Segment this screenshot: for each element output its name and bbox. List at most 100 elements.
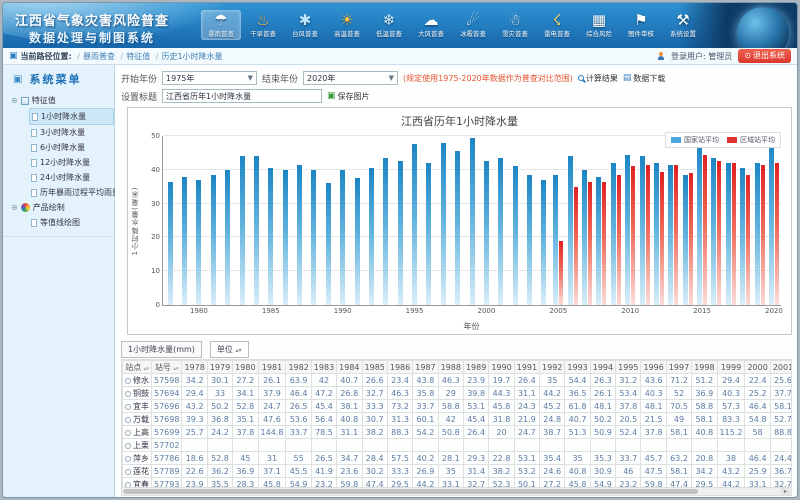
toolbar-item-hail[interactable]: ☄冰雹普查 bbox=[453, 10, 493, 40]
sidebar-item-0-5[interactable]: 历年暴雨过程平均雨量 bbox=[29, 185, 114, 200]
y-axis-label: 1小时降水量(毫米) bbox=[130, 187, 140, 256]
toolbar-item-lightning[interactable]: ☇雷电普查 bbox=[537, 10, 577, 40]
expand-icon[interactable]: ⊕ bbox=[11, 96, 18, 105]
download-button[interactable]: ▤数据下载 bbox=[623, 73, 666, 84]
value-cell bbox=[286, 439, 311, 452]
sidebar-item-0-4[interactable]: 24小时降水量 bbox=[29, 170, 114, 185]
col-header-year-1991[interactable]: 1991 bbox=[514, 361, 539, 374]
year-slot-1983 bbox=[235, 136, 249, 305]
value-cell: 63.9 bbox=[286, 374, 311, 387]
toolbar-item-gale[interactable]: ☁大风普查 bbox=[411, 10, 451, 40]
y-tick-label: 0 bbox=[156, 301, 160, 309]
value-cell: 31.1 bbox=[337, 426, 362, 439]
legend-swatch bbox=[671, 137, 681, 143]
col-header-year-1999[interactable]: 1999 bbox=[717, 361, 745, 374]
col-header-year-1979[interactable]: 1979 bbox=[207, 361, 232, 374]
value-cell: 58.1 bbox=[666, 426, 691, 439]
calculate-button[interactable]: 计算结果 bbox=[578, 73, 618, 84]
col-header-year-1981[interactable]: 1981 bbox=[258, 361, 286, 374]
value-cell: 37.7 bbox=[770, 387, 792, 400]
sidebar-item-0-0[interactable]: 1小时降水量 bbox=[29, 108, 114, 125]
scrollbar-right-arrow[interactable]: ▸ bbox=[781, 488, 790, 495]
col-header-station[interactable]: 站点 ▴▾ bbox=[123, 361, 152, 374]
toolbar-item-rainstorm[interactable]: ☂暴雨普查 bbox=[201, 10, 241, 40]
toolbar-item-system-settings[interactable]: ⚒系统设置 bbox=[663, 10, 703, 40]
sidebar-item-0-2[interactable]: 6小时降水量 bbox=[29, 140, 114, 155]
toolbar-item-drought[interactable]: ♨干旱普查 bbox=[243, 10, 283, 40]
value-cell: 26.4 bbox=[514, 374, 539, 387]
horizontal-scrollbar[interactable]: ▸ bbox=[121, 487, 792, 496]
x-tick-label: 2015 bbox=[693, 307, 711, 315]
chart-title-input[interactable] bbox=[162, 89, 322, 103]
row-radio[interactable] bbox=[125, 378, 131, 384]
value-cell: 54.9 bbox=[286, 478, 311, 488]
col-header-year-1992[interactable]: 1992 bbox=[540, 361, 565, 374]
year-slot-2011 bbox=[637, 136, 651, 305]
logout-button[interactable]: ⊙ 退出系统 bbox=[738, 49, 791, 63]
station-cell: 萍乡 bbox=[123, 452, 152, 465]
sidebar-group-1[interactable]: ⊕产品绘制 bbox=[11, 200, 114, 215]
row-radio[interactable] bbox=[125, 391, 131, 397]
row-radio[interactable] bbox=[125, 443, 131, 449]
col-header-year-1995[interactable]: 1995 bbox=[616, 361, 641, 374]
col-header-year-1982[interactable]: 1982 bbox=[286, 361, 311, 374]
bar-national-1981 bbox=[211, 175, 216, 305]
value-cell: 53.6 bbox=[286, 413, 311, 426]
col-header-year-1998[interactable]: 1998 bbox=[692, 361, 717, 374]
breadcrumb: 当前路径位置: /暴雨普查 /特征值 /历史1小时降水量 bbox=[21, 51, 223, 62]
value-cell: 57.3 bbox=[717, 400, 745, 413]
col-header-year-1990[interactable]: 1990 bbox=[489, 361, 514, 374]
col-header-year-1985[interactable]: 1985 bbox=[362, 361, 387, 374]
value-cell: 39.8 bbox=[463, 387, 488, 400]
save-image-button[interactable]: ▣保存图片 bbox=[327, 91, 370, 102]
col-header-year-1989[interactable]: 1989 bbox=[463, 361, 488, 374]
row-radio[interactable] bbox=[125, 469, 131, 475]
col-header-year-1983[interactable]: 1983 bbox=[311, 361, 336, 374]
col-header-year-2001[interactable]: 2001 bbox=[770, 361, 792, 374]
end-year-select[interactable]: 2020年▼ bbox=[303, 71, 398, 85]
table-metric-button[interactable]: 1小时降水量(mm) bbox=[121, 341, 202, 358]
col-header-year-1987[interactable]: 1987 bbox=[413, 361, 438, 374]
start-year-select[interactable]: 1975年▼ bbox=[162, 71, 257, 85]
col-header-year-1993[interactable]: 1993 bbox=[565, 361, 590, 374]
toolbar-item-high-temp[interactable]: ☀高温普查 bbox=[327, 10, 367, 40]
table-wrapper: 站点 ▴▾ 站号 ▴▾19781979198019811982198319841… bbox=[121, 359, 792, 487]
row-radio[interactable] bbox=[125, 430, 131, 436]
col-header-year-1997[interactable]: 1997 bbox=[666, 361, 691, 374]
toolbar-item-map-review[interactable]: ⚑图件审核 bbox=[621, 10, 661, 40]
value-cell: 32.7 bbox=[463, 478, 488, 488]
year-slot-2020: 2020 bbox=[767, 136, 781, 305]
breadcrumb-link-feature[interactable]: 特征值 bbox=[126, 52, 150, 61]
col-header-year-1984[interactable]: 1984 bbox=[337, 361, 362, 374]
col-header-year-1988[interactable]: 1988 bbox=[438, 361, 463, 374]
col-header-year-1980[interactable]: 1980 bbox=[233, 361, 258, 374]
value-cell: 24.4 bbox=[770, 452, 792, 465]
value-cell: 22.4 bbox=[745, 374, 770, 387]
toolbar-item-composite-risk[interactable]: ▦综合风险 bbox=[579, 10, 619, 40]
sidebar-item-0-1[interactable]: 3小时降水量 bbox=[29, 125, 114, 140]
row-radio[interactable] bbox=[125, 417, 131, 423]
scrollbar-thumb[interactable] bbox=[123, 489, 698, 494]
toolbar-item-snow[interactable]: ☃雪灾普查 bbox=[495, 10, 535, 40]
col-header-code[interactable]: 站号 ▴▾ bbox=[152, 361, 182, 374]
sidebar-item-1-0[interactable]: 等值线绘图 bbox=[29, 215, 114, 230]
sidebar-item-0-3[interactable]: 12小时降水量 bbox=[29, 155, 114, 170]
table-sort-select[interactable]: 单位 ▴▾ bbox=[210, 341, 249, 358]
col-header-year-2000[interactable]: 2000 bbox=[745, 361, 770, 374]
value-cell: 37.8 bbox=[616, 400, 641, 413]
sidebar-group-0[interactable]: ⊕特征值 bbox=[11, 93, 114, 108]
value-cell: 40.3 bbox=[717, 387, 745, 400]
bar-national-2016 bbox=[711, 158, 716, 305]
col-header-year-1986[interactable]: 1986 bbox=[387, 361, 412, 374]
toolbar-item-typhoon[interactable]: ✱台风普查 bbox=[285, 10, 325, 40]
col-header-year-1978[interactable]: 1978 bbox=[182, 361, 207, 374]
breadcrumb-link-survey[interactable]: 暴雨普查 bbox=[83, 52, 115, 61]
breadcrumb-link-current[interactable]: 历史1小时降水量 bbox=[161, 52, 222, 61]
toolbar-item-low-temp[interactable]: ❄低温普查 bbox=[369, 10, 409, 40]
page-icon bbox=[31, 144, 37, 152]
expand-icon[interactable]: ⊕ bbox=[11, 203, 18, 212]
row-radio[interactable] bbox=[125, 404, 131, 410]
row-radio[interactable] bbox=[125, 456, 131, 462]
col-header-year-1994[interactable]: 1994 bbox=[590, 361, 615, 374]
col-header-year-1996[interactable]: 1996 bbox=[641, 361, 666, 374]
